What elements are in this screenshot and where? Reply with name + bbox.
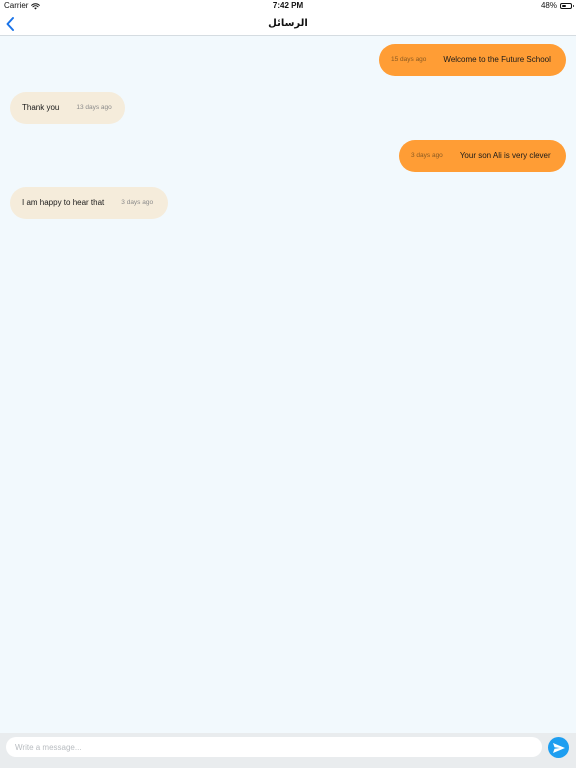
message-timestamp: 15 days ago: [391, 56, 427, 63]
message-composer: [0, 733, 576, 768]
message-bubble-received[interactable]: I am happy to hear that 3 days ago: [10, 187, 168, 219]
message-timestamp: 13 days ago: [76, 104, 112, 111]
send-button[interactable]: [548, 737, 569, 758]
back-button[interactable]: [4, 16, 18, 32]
message-bubble-received[interactable]: Thank you 13 days ago: [10, 92, 125, 124]
message-bubble-sent[interactable]: 3 days ago Your son Ali is very clever: [399, 140, 566, 172]
navigation-bar: الرسائل: [0, 12, 576, 36]
page-title: الرسائل: [268, 18, 308, 29]
message-timestamp: 3 days ago: [411, 152, 443, 159]
status-bar: Carrier 7:42 PM 48%: [0, 0, 576, 12]
message-text: Thank you: [22, 103, 60, 112]
send-icon: [552, 742, 565, 753]
message-input[interactable]: [6, 737, 542, 757]
message-text: Welcome to the Future School: [443, 55, 551, 64]
message-list[interactable]: 15 days ago Welcome to the Future School…: [0, 37, 576, 733]
chevron-left-icon: [6, 17, 14, 31]
battery-percent: 48%: [540, 1, 557, 10]
battery-icon: [560, 3, 574, 9]
message-timestamp: 3 days ago: [121, 199, 154, 206]
message-text: I am happy to hear that: [22, 198, 105, 207]
battery-indicator: 48%: [540, 0, 574, 12]
status-time: 7:42 PM: [272, 1, 304, 10]
battery-fill: [562, 5, 566, 7]
message-bubble-sent[interactable]: 15 days ago Welcome to the Future School: [379, 44, 566, 76]
message-text: Your son Ali is very clever: [459, 151, 551, 160]
